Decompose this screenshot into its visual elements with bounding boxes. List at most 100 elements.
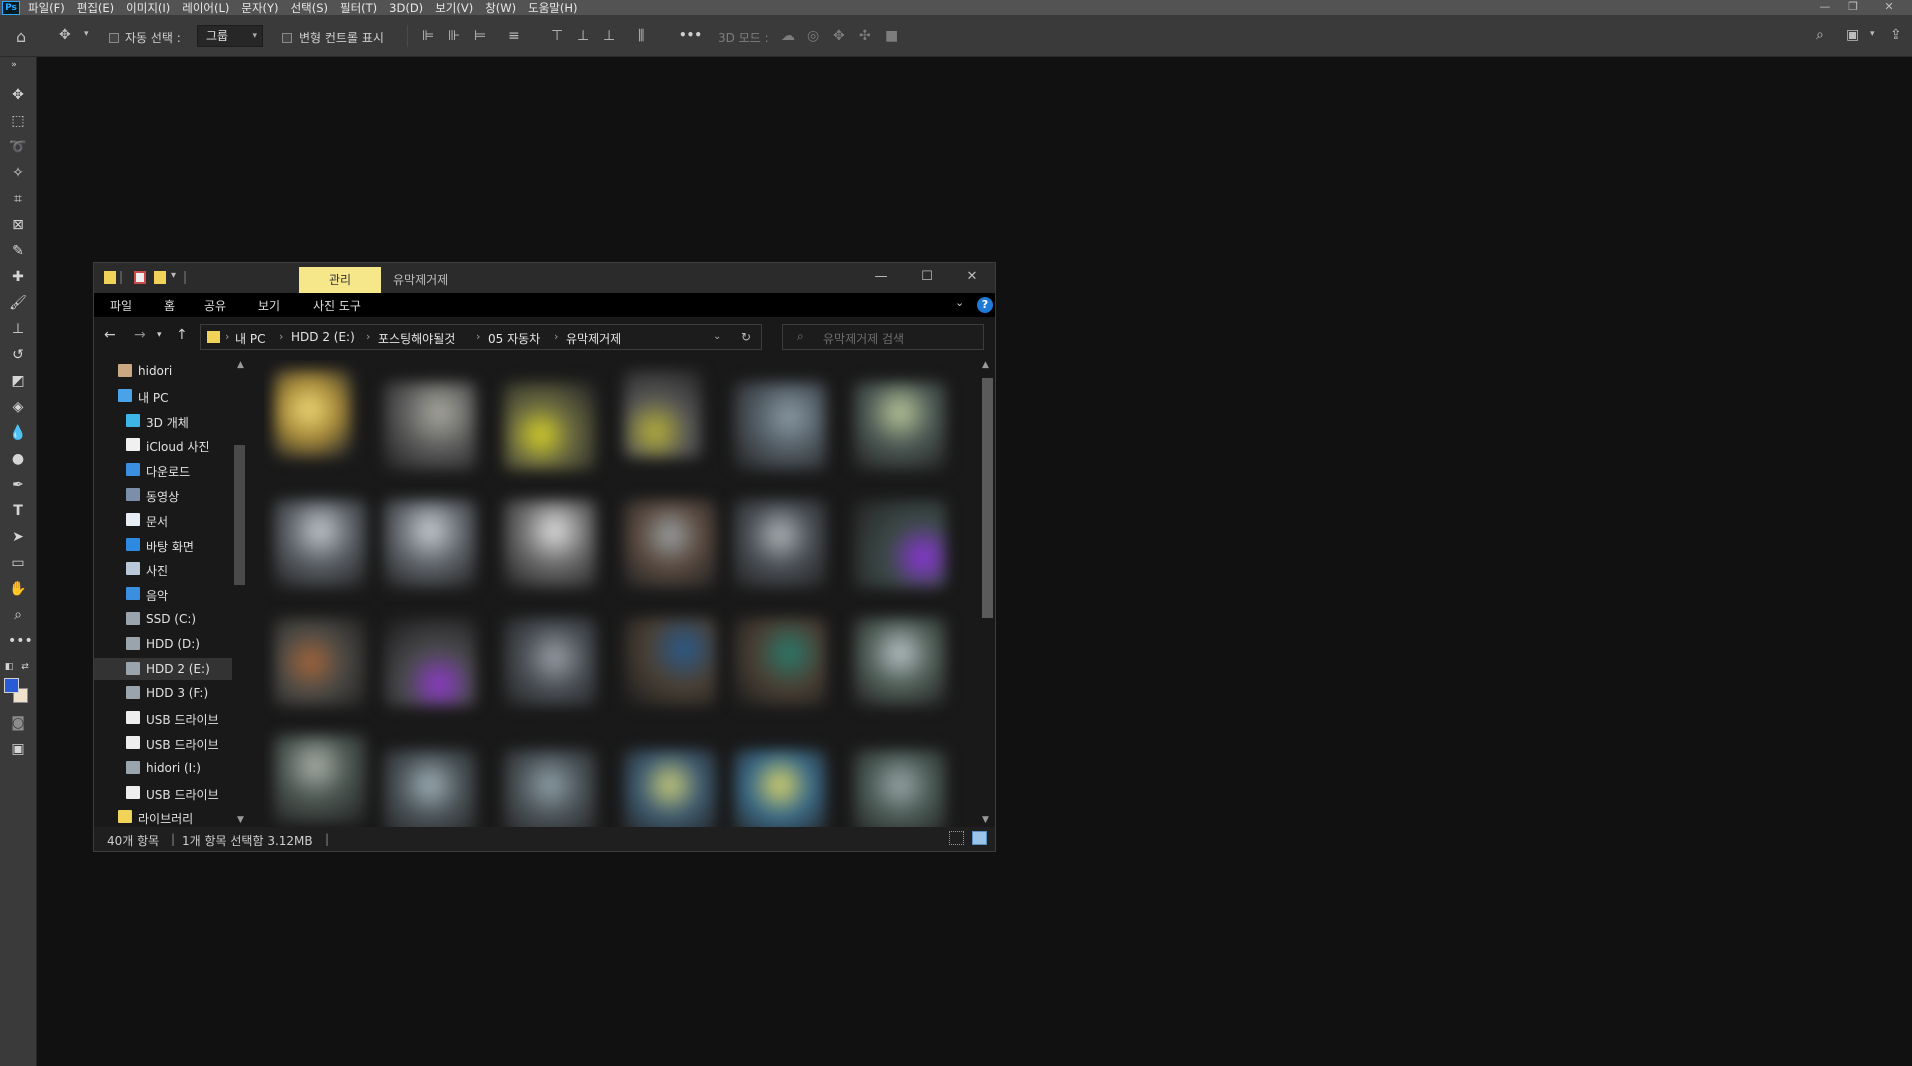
image-thumbnail[interactable]	[274, 735, 366, 823]
brush-tool-icon[interactable]: 🖌	[8, 293, 28, 313]
scroll-up-icon[interactable]: ▲	[982, 360, 989, 370]
menu-file[interactable]: 파일(F)	[28, 0, 65, 16]
marquee-tool-icon[interactable]: ⬚	[8, 111, 28, 131]
menu-view[interactable]: 보기(V)	[435, 0, 473, 16]
up-icon[interactable]: ↑	[176, 327, 188, 343]
refresh-icon[interactable]: ↻	[741, 330, 751, 344]
blur-tool-icon[interactable]: 💧	[8, 423, 28, 443]
tab-share[interactable]: 공유	[204, 297, 226, 314]
menu-type[interactable]: 문자(Y)	[241, 0, 278, 16]
chevron-right-icon[interactable]: ›	[225, 330, 229, 343]
edit-toolbar-icon[interactable]: •••	[8, 631, 33, 651]
3d-pan-icon[interactable]: ✥	[833, 28, 845, 44]
image-thumbnail[interactable]	[624, 750, 716, 827]
close-icon[interactable]: ✕	[1876, 0, 1902, 15]
distribute-vertical-icon[interactable]: ⫼	[638, 28, 644, 44]
tree-item[interactable]: hidori (I:)	[94, 757, 232, 779]
expand-ribbon-icon[interactable]: ⌄	[955, 296, 964, 309]
more-options-icon[interactable]: •••	[679, 28, 702, 42]
dodge-tool-icon[interactable]: ●	[8, 449, 28, 469]
image-thumbnail[interactable]	[504, 618, 596, 706]
tab-file[interactable]: 파일	[110, 297, 132, 314]
path-selection-tool-icon[interactable]: ➤	[8, 527, 28, 547]
3d-roll-icon[interactable]: ◎	[807, 28, 819, 44]
align-right-icon[interactable]: ⊨	[474, 28, 486, 44]
address-history-icon[interactable]: ⌄	[713, 331, 721, 342]
align-center-icon[interactable]: ⊪	[448, 28, 460, 44]
close-icon[interactable]: ✕	[962, 269, 982, 284]
tree-item[interactable]: iCloud 사진	[94, 434, 232, 456]
restore-icon[interactable]: ❐	[1840, 0, 1866, 15]
address-bar[interactable]: › 내 PC › HDD 2 (E:) › 포스팅해야될것 › 05 자동차 ›…	[200, 324, 762, 350]
image-thumbnail[interactable]	[734, 618, 826, 706]
menu-edit[interactable]: 편집(E)	[77, 0, 114, 16]
chevron-down-icon[interactable]: ▾	[84, 29, 89, 39]
screen-mode-icon[interactable]: ▣	[8, 739, 28, 759]
breadcrumb-car[interactable]: 05 자동차	[488, 330, 540, 347]
chevron-right-icon[interactable]: ›	[279, 330, 283, 343]
move-tool-icon[interactable]: ✥	[8, 85, 28, 105]
eraser-tool-icon[interactable]: ◩	[8, 371, 28, 391]
breadcrumb-this-pc[interactable]: 내 PC	[235, 330, 265, 347]
history-brush-tool-icon[interactable]: ↺	[8, 345, 28, 365]
workspace-icon[interactable]: ▣	[1846, 27, 1859, 43]
image-thumbnail[interactable]	[384, 500, 476, 588]
tree-item[interactable]: hidori	[94, 360, 232, 382]
large-icons-view-icon[interactable]	[972, 831, 987, 845]
quick-mask-icon[interactable]: ◙	[8, 713, 28, 733]
hand-tool-icon[interactable]: ✋	[8, 579, 28, 599]
scroll-down-icon[interactable]: ▼	[237, 815, 244, 825]
eyedropper-tool-icon[interactable]: ✎	[8, 241, 28, 261]
image-thumbnail[interactable]	[854, 382, 946, 470]
help-icon[interactable]: ?	[977, 297, 993, 313]
pen-tool-icon[interactable]: ✒	[8, 475, 28, 495]
crop-tool-icon[interactable]: ⌗	[8, 189, 28, 209]
paint-bucket-tool-icon[interactable]: ◈	[8, 397, 28, 417]
frame-tool-icon[interactable]: ⊠	[8, 215, 28, 235]
zoom-tool-icon[interactable]: ⌕	[8, 605, 28, 625]
minimize-icon[interactable]: —	[871, 269, 891, 284]
image-thumbnail[interactable]	[734, 382, 826, 470]
tree-item[interactable]: 라이브러리	[94, 806, 232, 827]
minimize-icon[interactable]: —	[1812, 0, 1838, 15]
breadcrumb-posting[interactable]: 포스팅해야될것	[378, 330, 455, 347]
collapse-panel-icon[interactable]: »	[4, 55, 24, 75]
image-thumbnail[interactable]	[274, 618, 366, 706]
image-thumbnail[interactable]	[274, 370, 352, 458]
align-bottom-icon[interactable]: ⊥	[603, 28, 615, 44]
scroll-up-icon[interactable]: ▲	[237, 360, 244, 370]
chevron-right-icon[interactable]: ›	[554, 330, 558, 343]
swap-colors-icon[interactable]: ⇄	[18, 657, 32, 677]
explorer-title-bar[interactable]: ▾ 관리 유막제거제 — ☐ ✕	[94, 263, 995, 293]
tree-item[interactable]: 다운로드	[94, 459, 232, 481]
tab-manage[interactable]: 관리	[299, 267, 381, 293]
photoshop-logo-icon[interactable]: Ps	[2, 0, 20, 15]
tree-item[interactable]: SSD (C:)	[94, 608, 232, 630]
align-left-icon[interactable]: ⊫	[422, 28, 434, 44]
tree-item[interactable]: USB 드라이브	[94, 707, 232, 729]
details-view-icon[interactable]	[949, 831, 964, 845]
healing-brush-tool-icon[interactable]: ✚	[8, 267, 28, 287]
tree-item[interactable]: 사진	[94, 558, 232, 580]
menu-3d[interactable]: 3D(D)	[389, 1, 423, 15]
image-thumbnail[interactable]	[384, 618, 476, 706]
menu-help[interactable]: 도움말(H)	[528, 0, 577, 16]
rectangle-tool-icon[interactable]: ▭	[8, 553, 28, 573]
menu-filter[interactable]: 필터(T)	[340, 0, 377, 16]
navigation-pane-scrollbar[interactable]: ▲ ▼	[234, 360, 248, 827]
tab-home[interactable]: 홈	[164, 297, 175, 314]
tree-item[interactable]: USB 드라이브	[94, 782, 232, 804]
image-thumbnail[interactable]	[504, 382, 596, 470]
file-list-scroll-thumb[interactable]	[982, 378, 993, 618]
properties-icon[interactable]	[134, 271, 146, 284]
tree-item[interactable]: 바탕 화면	[94, 534, 232, 556]
3d-slide-icon[interactable]: ✣	[859, 28, 871, 44]
align-top-icon[interactable]: ⊤	[551, 28, 563, 44]
chevron-down-icon[interactable]: ▾	[1870, 29, 1875, 39]
image-thumbnail[interactable]	[624, 370, 702, 458]
menu-layer[interactable]: 레이어(L)	[182, 0, 229, 16]
forward-icon[interactable]: →	[134, 327, 146, 343]
tree-item[interactable]: USB 드라이브	[94, 732, 232, 754]
tree-item[interactable]: 3D 개체	[94, 410, 232, 432]
distribute-icon[interactable]: ≡	[508, 28, 520, 44]
